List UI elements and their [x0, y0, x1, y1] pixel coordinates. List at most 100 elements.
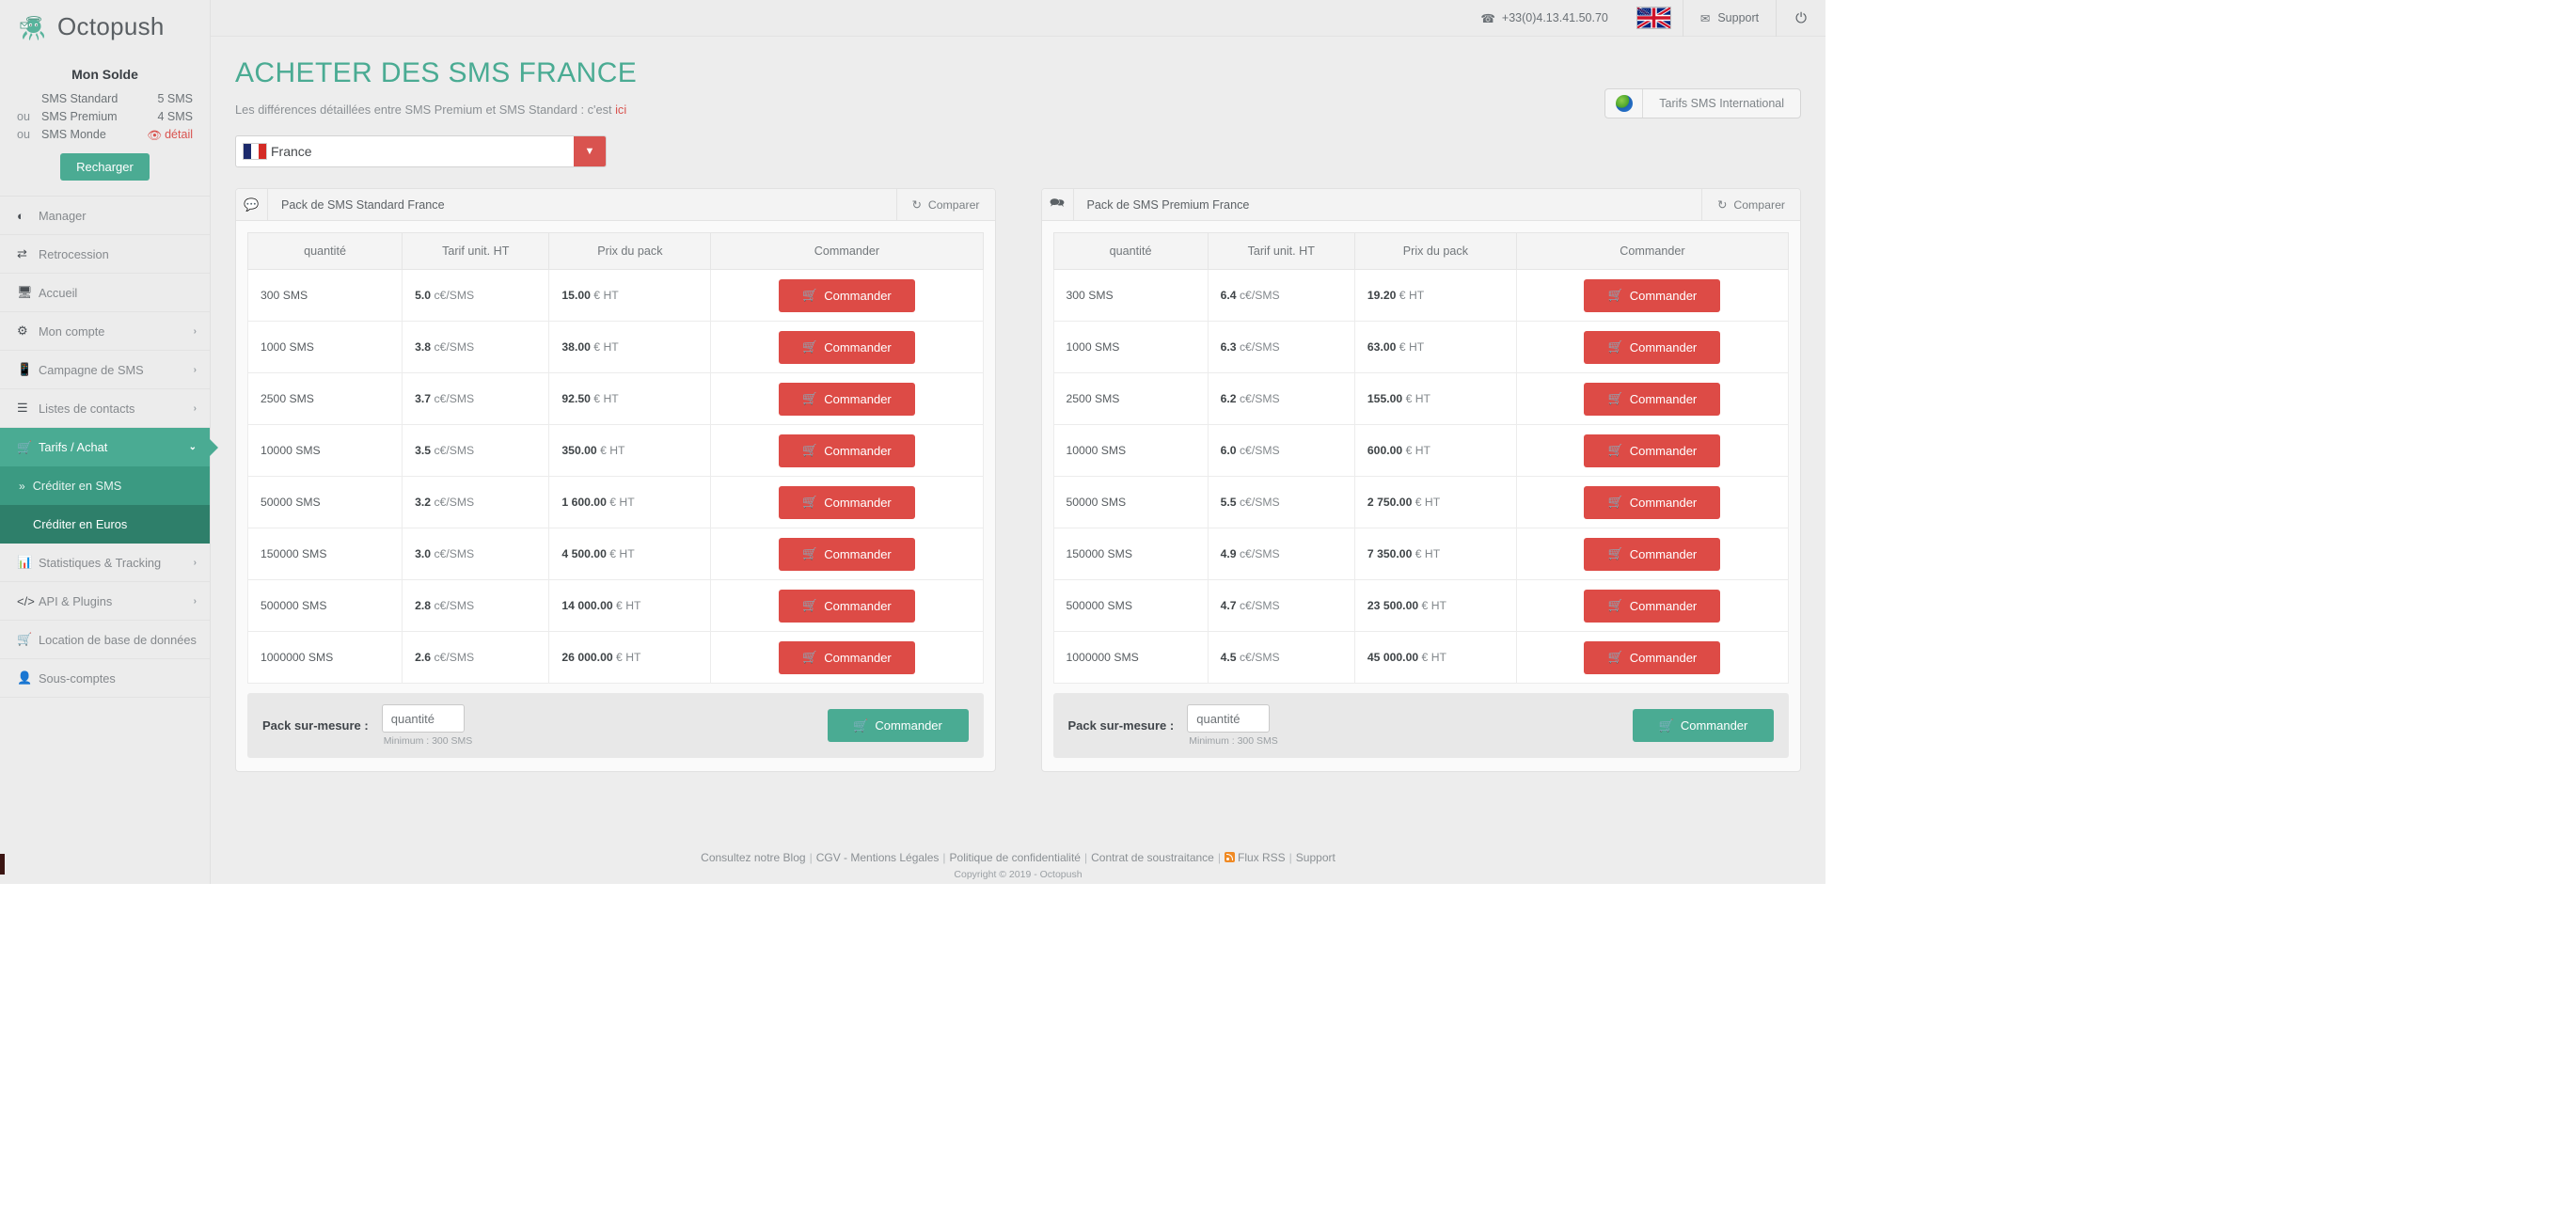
panel-standard: 💬 Pack de SMS Standard France ↻ Comparer… [235, 188, 996, 772]
cart-icon: 🛒 [1658, 717, 1674, 733]
code-icon: </> [17, 593, 35, 608]
cart-icon: 🛒 [1607, 546, 1623, 560]
cell-pack-price: 15.00 € HT [548, 269, 712, 322]
custom-quantity-input[interactable] [1187, 704, 1271, 733]
dashboard-icon: ◐ [17, 208, 24, 223]
table-row: 500000 SMS 2.8 c€/SMS 14 000.00 € HT 🛒 Co… [246, 579, 984, 632]
table-row: 500000 SMS 4.7 c€/SMS 23 500.00 € HT 🛒 Co… [1052, 579, 1790, 632]
uk-flag-icon[interactable] [1636, 7, 1671, 29]
custom-pack-order-button[interactable]: 🛒 Commander [1633, 709, 1774, 742]
footer-link-support[interactable]: Support [1296, 851, 1335, 864]
country-select-value: France [271, 144, 312, 159]
octopus-icon [17, 11, 49, 43]
order-button-label: Commander [824, 391, 892, 406]
balance-box: Mon Solde SMS Standard 5 SMS ou SMS Prem… [0, 54, 210, 196]
order-button[interactable]: 🛒 Commander [778, 382, 915, 416]
cart-icon: 🛒 [802, 443, 818, 457]
footer-link-flux-rss[interactable]: Flux RSS [1238, 851, 1286, 864]
custom-quantity-input[interactable] [381, 704, 465, 733]
order-button[interactable]: 🛒 Commander [1584, 537, 1721, 571]
sidebar-item-api-plugins[interactable]: </> API & Plugins › [0, 582, 210, 621]
main-content: ACHETER DES SMS FRANCE Les différences d… [211, 37, 1825, 843]
sidebar-item-location-base-de-donnees[interactable]: 🛒 Location de base de données [0, 621, 210, 659]
order-button[interactable]: 🛒 Commander [778, 485, 915, 519]
panel-title: Pack de SMS Premium France [1086, 197, 1250, 212]
sidebar-item-label: Tarifs / Achat [39, 440, 108, 454]
order-button-label: Commander [1629, 339, 1698, 355]
brand[interactable]: Octopush [0, 0, 210, 54]
cell-unit-price: 4.7 c€/SMS [1207, 579, 1355, 632]
compare-button[interactable]: ↻ Comparer [1701, 189, 1800, 220]
cart-icon: 🛒 [802, 546, 818, 560]
column-header-prix-pack: Prix du pack [548, 232, 712, 270]
panel-header: 💬 Pack de SMS Standard France ↻ Comparer [236, 189, 995, 221]
sidebar-item-label: Accueil [39, 285, 78, 300]
sidebar-item-mon-compte[interactable]: ⚙ Mon compte › [0, 312, 210, 351]
order-button[interactable]: 🛒 Commander [778, 278, 915, 312]
order-button[interactable]: 🛒 Commander [778, 589, 915, 623]
order-button[interactable]: 🛒 Commander [1584, 330, 1721, 364]
balance-row: SMS Standard 5 SMS [13, 90, 197, 108]
order-button-label: Commander [1629, 650, 1698, 665]
cart-icon: 🛒 [802, 391, 818, 405]
cell-unit-price: 4.9 c€/SMS [1207, 528, 1355, 580]
cart-icon: 🛒 [1607, 598, 1623, 612]
detail-link[interactable]: 👁 détail [147, 126, 193, 145]
order-button[interactable]: 🛒 Commander [1584, 640, 1721, 674]
sidebar: Octopush Mon Solde SMS Standard 5 SMS ou… [0, 0, 218, 884]
country-select[interactable]: France ▼ [235, 135, 607, 167]
sidebar-item-retrocession[interactable]: ⇄ Retrocession [0, 235, 210, 274]
cell-unit-price: 4.5 c€/SMS [1207, 631, 1355, 684]
footer-link-cgv[interactable]: CGV - Mentions Légales [816, 851, 940, 864]
page-root: Octopush Mon Solde SMS Standard 5 SMS ou… [0, 0, 2576, 1214]
support-button[interactable]: ✉ Support [1683, 0, 1776, 37]
order-button[interactable]: 🛒 Commander [778, 537, 915, 571]
international-rates-button[interactable]: Tarifs SMS International [1604, 88, 1801, 118]
cell-quantity: 1000 SMS [246, 321, 403, 373]
cell-pack-price: 350.00 € HT [548, 424, 712, 477]
cell-pack-price: 14 000.00 € HT [548, 579, 712, 632]
sidebar-item-campagne-de-sms[interactable]: 📱 Campagne de SMS › [0, 351, 210, 389]
sidebar-item-accueil[interactable]: 🖥 Accueil [0, 274, 210, 312]
order-button[interactable]: 🛒 Commander [1584, 434, 1721, 467]
sidebar-subitem-crediter-en-euros[interactable]: Créditer en Euros [0, 505, 210, 544]
sidebar-item-tarifs-achat[interactable]: 🛒 Tarifs / Achat ⌄ [0, 428, 218, 466]
balance-prefix: ou [17, 110, 30, 123]
table-row: 2500 SMS 3.7 c€/SMS 92.50 € HT 🛒 Commande… [246, 372, 984, 425]
cell-pack-price: 155.00 € HT [1353, 372, 1517, 425]
order-button-label: Commander [1629, 288, 1698, 303]
table-row: 300 SMS 5.0 c€/SMS 15.00 € HT 🛒 Commander [246, 269, 984, 322]
compare-button[interactable]: ↻ Comparer [895, 189, 995, 220]
chevron-down-icon[interactable]: ▼ [574, 136, 606, 166]
sidebar-item-label: API & Plugins [39, 593, 113, 608]
logout-button[interactable]: ⏻ [1777, 0, 1825, 37]
footer-link-soustraitance[interactable]: Contrat de soustraitance [1091, 851, 1214, 864]
brand-name: Octopush [57, 12, 165, 40]
order-button[interactable]: 🛒 Commander [778, 434, 915, 467]
sidebar-item-manager[interactable]: ◐ Manager [0, 197, 210, 235]
cart-icon: 🛒 [1607, 339, 1623, 354]
sidebar-item-sous-comptes[interactable]: 👤 Sous-comptes [0, 659, 210, 698]
order-button[interactable]: 🛒 Commander [778, 640, 915, 674]
sidebar-item-listes-de-contacts[interactable]: ☰ Listes de contacts › [0, 389, 210, 428]
order-button[interactable]: 🛒 Commander [1584, 485, 1721, 519]
balance-prefix: ou [17, 128, 30, 141]
cell-unit-price: 3.5 c€/SMS [402, 424, 550, 477]
order-button[interactable]: 🛒 Commander [778, 330, 915, 364]
eye-icon: 👁 [147, 129, 163, 142]
subtitle-link-ici[interactable]: ici [615, 102, 626, 117]
custom-pack-order-button[interactable]: 🛒 Commander [827, 709, 969, 742]
recharge-button[interactable]: Recharger [60, 153, 150, 181]
sidebar-subitem-crediter-en-sms[interactable]: » Créditer en SMS [0, 466, 210, 505]
footer-link-blog[interactable]: Consultez notre Blog [701, 851, 805, 864]
sidebar-subitem-label: Créditer en SMS [32, 479, 122, 493]
column-header-quantite: quantité [246, 232, 403, 270]
order-button[interactable]: 🛒 Commander [1584, 278, 1721, 312]
sidebar-item-statistiques-tracking[interactable]: 📊 Statistiques & Tracking › [0, 544, 210, 582]
order-button[interactable]: 🛒 Commander [1584, 589, 1721, 623]
compare-label: Comparer [1733, 197, 1785, 212]
table-row: 150000 SMS 3.0 c€/SMS 4 500.00 € HT 🛒 Com… [246, 528, 984, 580]
cell-quantity: 300 SMS [246, 269, 403, 322]
footer-link-confidentialite[interactable]: Politique de confidentialité [950, 851, 1081, 864]
order-button[interactable]: 🛒 Commander [1584, 382, 1721, 416]
